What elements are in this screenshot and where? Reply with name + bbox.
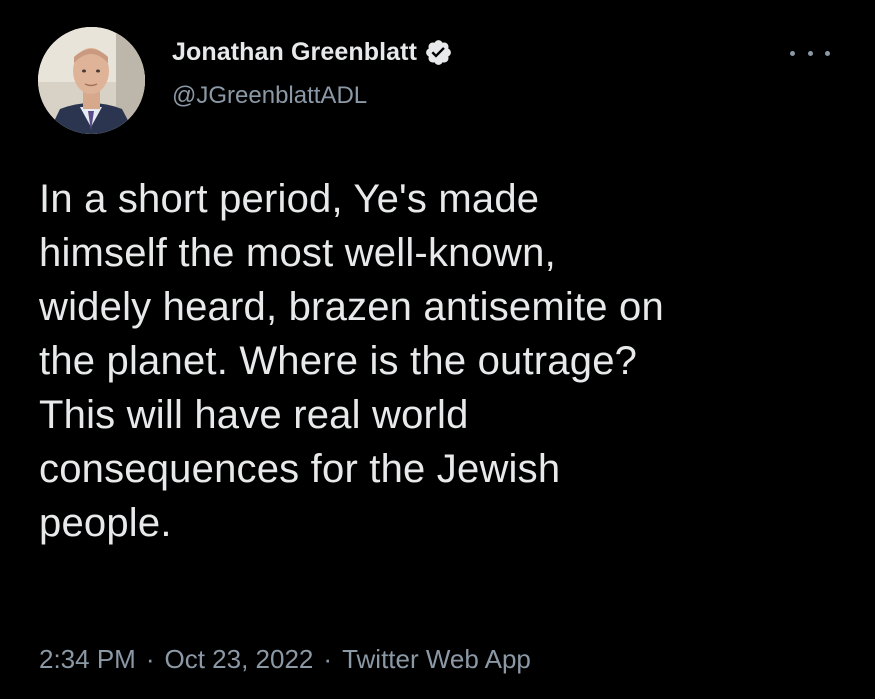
verified-badge-icon (426, 40, 451, 65)
tweet-text: In a short period, Ye's made himself the… (39, 177, 664, 545)
tweet-metadata: 2:34 PM · Oct 23, 2022 · Twitter Web App (39, 644, 531, 675)
tweet-card: Jonathan Greenblatt @JGreenblattADL In a… (0, 0, 875, 699)
author-display-name[interactable]: Jonathan Greenblatt (172, 38, 417, 67)
meta-separator: · (145, 644, 155, 674)
author-handle[interactable]: @JGreenblattADL (172, 82, 367, 110)
tweet-date[interactable]: Oct 23, 2022 (165, 644, 314, 675)
more-options-icon[interactable] (790, 43, 830, 63)
more-dot (825, 50, 830, 56)
meta-separator: · (323, 644, 333, 674)
more-dot (790, 50, 795, 56)
avatar[interactable] (38, 27, 145, 134)
tweet-time[interactable]: 2:34 PM (39, 644, 136, 675)
author-name-row[interactable]: Jonathan Greenblatt (172, 38, 453, 67)
more-dot (807, 50, 813, 56)
avatar-image (38, 27, 145, 134)
tweet-source[interactable]: Twitter Web App (342, 644, 531, 675)
